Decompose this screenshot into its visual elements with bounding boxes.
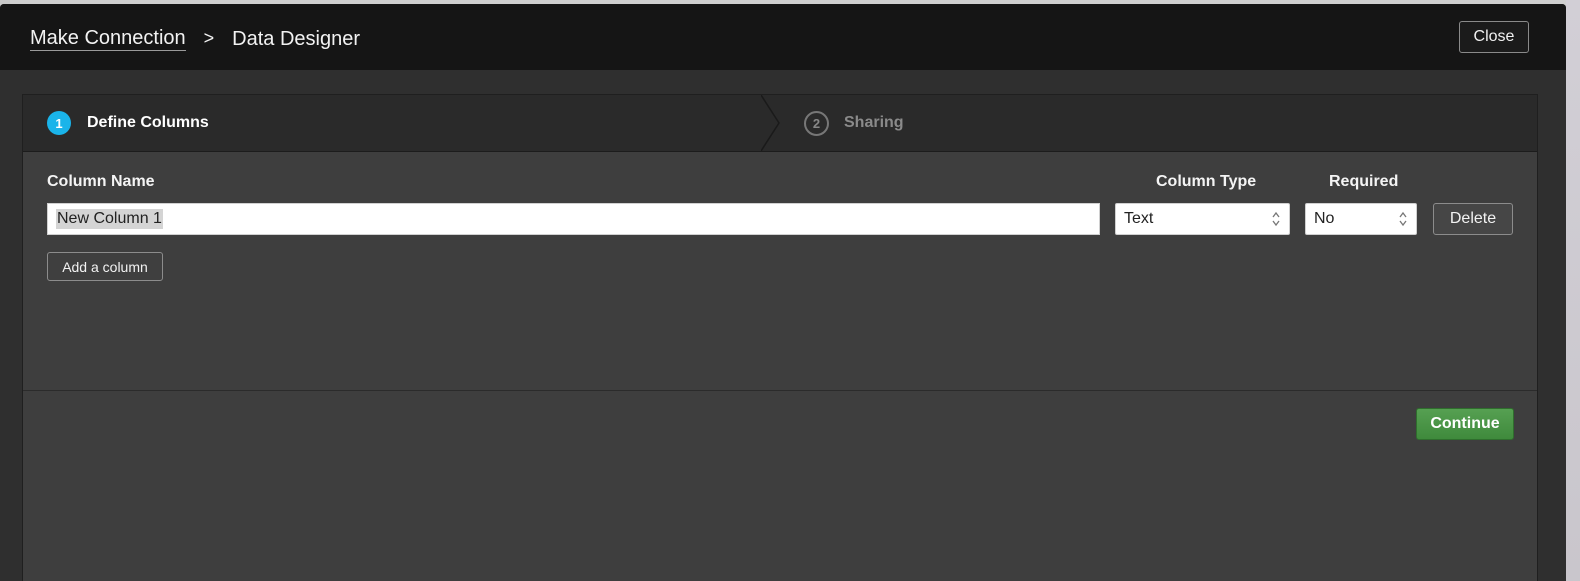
breadcrumb-separator: > (203, 28, 215, 48)
background-window-right (1566, 0, 1580, 581)
breadcrumb-make-connection-link[interactable]: Make Connection (30, 26, 186, 51)
breadcrumb-current-page: Data Designer (232, 27, 361, 50)
data-designer-modal: Make Connection > Data Designer Close 1 … (0, 4, 1566, 581)
designer-panel: 1 Define Columns 2 Sharing Column Name C… (22, 94, 1538, 581)
step-sharing[interactable]: 2 Sharing (804, 95, 904, 151)
step-number-badge: 1 (47, 111, 71, 135)
breadcrumb: Make Connection > Data Designer (30, 26, 360, 51)
column-name-header: Column Name (47, 173, 155, 190)
close-button[interactable]: Close (1459, 21, 1529, 53)
continue-button[interactable]: Continue (1416, 408, 1514, 440)
column-name-input[interactable]: New Column 1 (47, 203, 1100, 235)
step-label: Define Columns (87, 114, 209, 131)
column-type-select[interactable]: Text (1115, 203, 1290, 235)
updown-chevron-icon (1272, 211, 1280, 227)
column-type-value: Text (1124, 210, 1154, 227)
required-select[interactable]: No (1305, 203, 1417, 235)
step-define-columns[interactable]: 1 Define Columns (47, 95, 209, 151)
step-number-badge: 2 (804, 110, 829, 136)
step-label: Sharing (844, 114, 904, 131)
required-value: No (1314, 210, 1335, 227)
add-column-button[interactable]: Add a column (47, 252, 163, 281)
required-header: Required (1329, 173, 1399, 190)
delete-column-button[interactable]: Delete (1433, 203, 1513, 235)
column-type-header: Column Type (1156, 173, 1257, 190)
column-name-value: New Column 1 (56, 209, 163, 229)
panel-divider (23, 390, 1537, 391)
chevron-right-icon (761, 95, 780, 151)
modal-header: Make Connection > Data Designer Close (0, 4, 1566, 70)
updown-chevron-icon (1399, 211, 1407, 227)
wizard-steps: 1 Define Columns 2 Sharing (23, 95, 1537, 152)
